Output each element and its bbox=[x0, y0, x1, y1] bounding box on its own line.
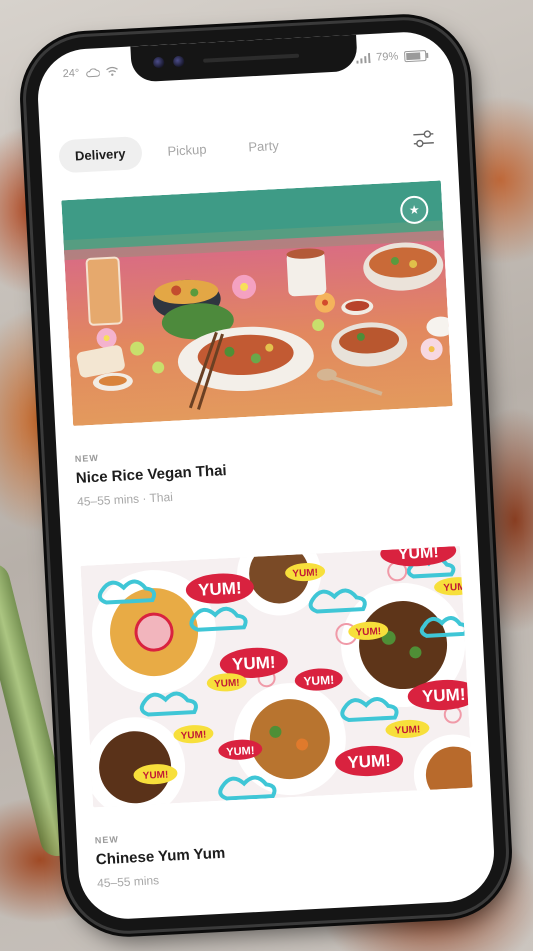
yum-label: YUM! bbox=[143, 770, 169, 782]
restaurant-card[interactable]: YUM! YUM! YUM! YUM! YUM! YUM! YUM! YUM! … bbox=[80, 545, 476, 890]
yum-label: YUM! bbox=[422, 685, 466, 706]
tab-party[interactable]: Party bbox=[232, 128, 296, 164]
yum-label: YUM! bbox=[443, 582, 469, 594]
tab-pickup[interactable]: Pickup bbox=[151, 132, 224, 169]
phone-notch bbox=[130, 34, 358, 83]
camera-icon bbox=[152, 56, 165, 69]
yum-label: YUM! bbox=[198, 578, 242, 599]
yum-label: YUM! bbox=[355, 626, 381, 638]
yum-label: YUM! bbox=[214, 678, 240, 690]
yum-label: YUM! bbox=[394, 724, 420, 736]
restaurant-card[interactable]: ★ NEW Nice Rice Vegan Thai 45–55 mins · … bbox=[61, 180, 457, 509]
signal-icon bbox=[356, 52, 371, 64]
wifi-icon bbox=[105, 66, 118, 76]
star-icon: ★ bbox=[408, 202, 421, 218]
thai-dishes-illustration bbox=[61, 180, 453, 427]
tab-delivery[interactable]: Delivery bbox=[58, 136, 143, 174]
cloud-icon bbox=[85, 67, 100, 77]
battery-icon bbox=[403, 49, 427, 62]
yum-label: YUM! bbox=[232, 653, 276, 674]
battery-fill bbox=[406, 51, 421, 60]
speaker-grille bbox=[203, 53, 300, 63]
temperature-text: 24° bbox=[62, 67, 80, 81]
restaurant-photo-chinese[interactable]: YUM! YUM! YUM! YUM! YUM! YUM! YUM! YUM! … bbox=[80, 545, 473, 808]
yum-label: YUM! bbox=[303, 673, 334, 689]
filter-sliders-icon[interactable] bbox=[412, 129, 435, 150]
app-screen: 24° 79% Delivery Pickup Party ★ NEW Nice… bbox=[35, 29, 497, 922]
yum-label: YUM! bbox=[226, 745, 255, 758]
sensor-icon bbox=[172, 55, 185, 68]
chinese-dishes-illustration: YUM! YUM! YUM! YUM! YUM! YUM! YUM! YUM! … bbox=[80, 545, 473, 808]
yum-label: YUM! bbox=[292, 567, 318, 579]
yum-label: YUM! bbox=[180, 729, 206, 741]
battery-percent: 79% bbox=[375, 50, 399, 64]
restaurant-photo-thai[interactable]: ★ bbox=[61, 180, 453, 427]
yum-label: YUM! bbox=[397, 546, 439, 563]
order-mode-tabs: Delivery Pickup Party bbox=[58, 128, 296, 174]
yum-label: YUM! bbox=[347, 751, 391, 772]
phone-frame: 24° 79% Delivery Pickup Party ★ NEW Nice… bbox=[22, 17, 510, 934]
